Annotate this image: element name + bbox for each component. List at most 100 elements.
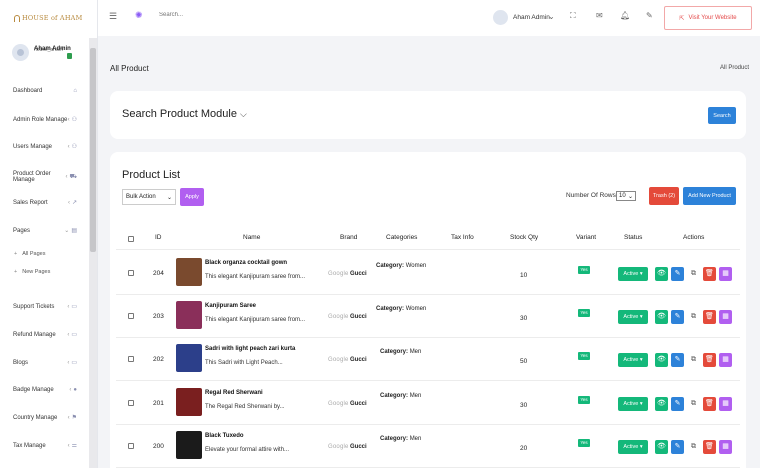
sidebar-item-dashboard[interactable]: Dashboard ⌂ (13, 88, 77, 94)
chevron-down-icon[interactable]: ⌄ (548, 12, 555, 21)
variants-icon[interactable]: ▦ (719, 440, 732, 454)
product-thumbnail[interactable] (176, 301, 202, 329)
sidebar-item-admin-role-manage[interactable]: Admin Role Manage ‹ ⚇ (13, 116, 77, 124)
sidebar-subitem-new-pages[interactable]: New Pages (14, 269, 50, 275)
sidebar-scrollbar-thumb[interactable] (90, 48, 96, 252)
edit-icon[interactable]: ✎ (671, 353, 684, 367)
copy-icon[interactable]: ⧉ (687, 397, 700, 411)
bulk-action-select[interactable]: Bulk Action ⌄ (122, 189, 176, 205)
product-name[interactable]: Regal Red Sherwani (205, 390, 263, 396)
product-id: 201 (153, 400, 164, 407)
mail-icon[interactable]: ✉ (596, 11, 603, 20)
variants-icon[interactable]: ▦ (719, 397, 732, 411)
product-name[interactable]: Black organza cocktail gown (205, 260, 287, 266)
row-checkbox[interactable] (128, 400, 134, 406)
edit-icon[interactable]: ✎ (671, 267, 684, 281)
product-name[interactable]: Black Tuxedo (205, 433, 244, 439)
product-thumbnail[interactable] (176, 344, 202, 372)
visit-website-button[interactable]: ⇱ Visit Your Website (664, 6, 752, 30)
view-icon[interactable]: 👁︎ (655, 440, 668, 454)
variants-icon[interactable]: ▦ (719, 353, 732, 367)
column-header-name[interactable]: Name (243, 234, 260, 241)
product-description: The Regal Red Sherwani by... (205, 404, 285, 410)
variants-icon[interactable]: ▦ (719, 267, 732, 281)
sidebar-item-badge-manage[interactable]: Badge Manage ‹ ● (13, 387, 77, 393)
bulb-icon[interactable]: ✺ (135, 10, 143, 21)
fullscreen-icon[interactable]: ⛶ (570, 11, 576, 21)
copy-icon[interactable]: ⧉ (687, 267, 700, 281)
delete-icon[interactable]: 🗑︎ (703, 353, 716, 367)
variants-icon[interactable]: ▦ (719, 310, 732, 324)
search-module-toggle[interactable]: Search Product Module ⌵ (122, 108, 247, 120)
header-user-name[interactable]: Aham Admin (513, 14, 550, 21)
delete-icon[interactable]: 🗑︎ (703, 440, 716, 454)
sidebar-item-country-manage[interactable]: Country Manage ‹ ⚑ (13, 414, 77, 422)
column-header-brand[interactable]: Brand (340, 234, 357, 241)
delete-icon[interactable]: 🗑︎ (703, 397, 716, 411)
bell-icon[interactable]: 🔔︎ (620, 11, 630, 20)
status-dropdown-button[interactable]: Active ▾ (618, 397, 648, 411)
copy-icon[interactable]: ⧉ (687, 353, 700, 367)
stock-qty: 50 (520, 358, 528, 365)
brush-icon[interactable]: ✎ (646, 11, 653, 20)
delete-icon[interactable]: 🗑︎ (703, 267, 716, 281)
menu-toggle-icon[interactable]: ☰ (109, 11, 117, 22)
sidebar: HOUSE of AHAM Aham Admin house_aham Dash… (0, 0, 98, 468)
column-header-id[interactable]: ID (155, 234, 162, 241)
copy-icon[interactable]: ⧉ (687, 440, 700, 454)
sidebar-item-blogs[interactable]: Blogs ‹ ▭ (13, 359, 77, 367)
sidebar-item-users-manage[interactable]: Users Manage ‹ ⚇ (13, 143, 77, 151)
view-icon[interactable]: 👁︎ (655, 353, 668, 367)
product-thumbnail[interactable] (176, 258, 202, 286)
search-button[interactable]: Search (708, 107, 736, 124)
row-checkbox[interactable] (128, 313, 134, 319)
column-header-stock-qty[interactable]: Stock Qty (510, 234, 538, 241)
status-dropdown-button[interactable]: Active ▾ (618, 267, 648, 281)
status-dropdown-button[interactable]: Active ▾ (618, 310, 648, 324)
view-icon[interactable]: 👁︎ (655, 267, 668, 281)
row-checkbox[interactable] (128, 270, 134, 276)
column-header-tax-info[interactable]: Tax Info (451, 234, 474, 241)
edit-icon[interactable]: ✎ (671, 310, 684, 324)
brand-logo: Google (328, 444, 349, 450)
product-name[interactable]: Kanjipuram Saree (205, 303, 256, 309)
column-header-categories[interactable]: Categories (386, 234, 417, 241)
delete-icon[interactable]: 🗑︎ (703, 310, 716, 324)
brand-logo: Google (328, 357, 349, 363)
sidebar-subitem-all-pages[interactable]: All Pages (14, 251, 45, 257)
trash-button[interactable]: Trash (2) (649, 187, 679, 205)
status-dropdown-button[interactable]: Active ▾ (618, 440, 648, 454)
edit-icon[interactable]: ✎ (671, 440, 684, 454)
sidebar-item-product-order-manage[interactable]: Product Order Manage ‹ ⛟ (13, 171, 77, 183)
edit-icon[interactable]: ✎ (671, 397, 684, 411)
product-name[interactable]: Sadri with light peach zari kurta (205, 346, 295, 352)
column-header-variant[interactable]: Variant (576, 234, 596, 241)
row-checkbox[interactable] (128, 356, 134, 362)
product-description: Elevate your formal attire with... (205, 447, 290, 453)
flag-icon: ‹ ⚑ (67, 415, 77, 421)
select-all-checkbox[interactable] (128, 236, 134, 242)
column-header-actions[interactable]: Actions (683, 234, 704, 241)
rows-per-page-select[interactable]: 10 ⌄ (616, 191, 636, 201)
view-icon[interactable]: 👁︎ (655, 397, 668, 411)
status-dropdown-button[interactable]: Active ▾ (618, 353, 648, 367)
sidebar-item-support-tickets[interactable]: Support Tickets ‹ ▭ (13, 303, 77, 311)
view-icon[interactable]: 👁︎ (655, 310, 668, 324)
sidebar-item-tax-manage[interactable]: Tax Manage ‹ ⚌ (13, 442, 77, 450)
sidebar-item-refund-manage[interactable]: Refund Manage ‹ ▭ (13, 331, 77, 339)
breadcrumb[interactable]: All Product (720, 65, 749, 71)
sidebar-item-sales-report[interactable]: Sales Report ‹ ↗ (13, 199, 77, 207)
divider (116, 249, 740, 250)
row-checkbox[interactable] (128, 443, 134, 449)
product-thumbnail[interactable] (176, 388, 202, 416)
admin-profile[interactable]: Aham Admin house_aham (12, 44, 92, 72)
product-thumbnail[interactable] (176, 431, 202, 459)
header-avatar[interactable] (493, 10, 508, 25)
brand-logo[interactable]: HOUSE of AHAM (0, 0, 97, 36)
copy-icon[interactable]: ⧉ (687, 310, 700, 324)
column-header-status[interactable]: Status (624, 234, 642, 241)
sidebar-item-pages[interactable]: Pages ⌄ ▤ (13, 227, 77, 235)
apply-button[interactable]: Apply (180, 188, 204, 206)
add-new-product-button[interactable]: Add New Product (683, 187, 736, 205)
search-input[interactable] (159, 12, 259, 18)
